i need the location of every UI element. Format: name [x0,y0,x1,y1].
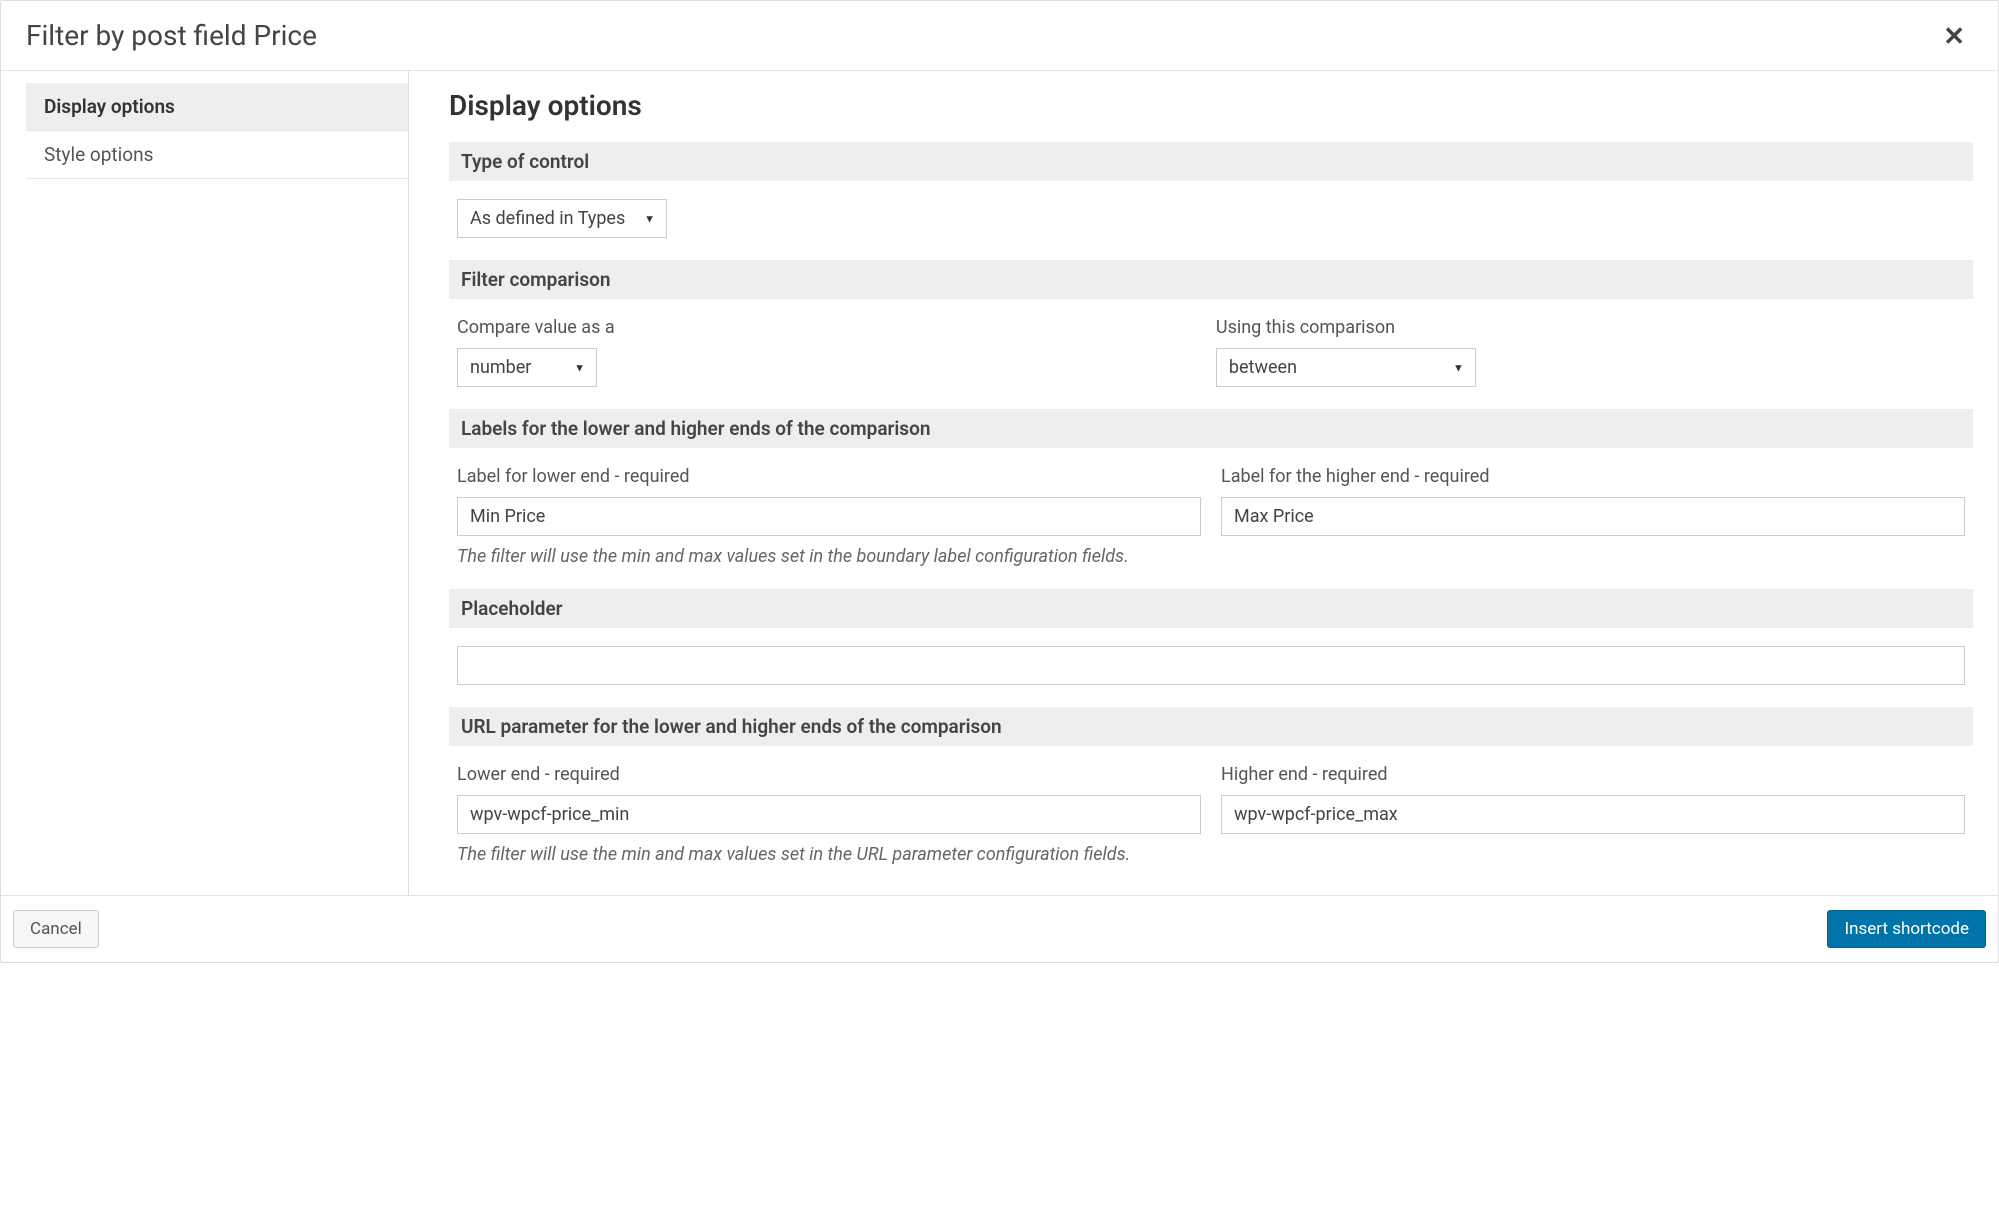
section-body-labels: Label for lower end - required Label for… [449,466,1973,589]
placeholder-input[interactable] [457,646,1965,685]
lower-label-col: Label for lower end - required [457,466,1201,536]
higher-url-label: Higher end - required [1221,764,1965,785]
higher-label-input[interactable] [1221,497,1965,536]
lower-label-input[interactable] [457,497,1201,536]
compare-as-select[interactable]: number [457,348,597,387]
using-comparison-select[interactable]: between [1216,348,1476,387]
using-comparison-select-wrap: between [1216,348,1476,387]
spacer [0,963,1999,1223]
dialog-footer: Cancel Insert shortcode [1,895,1998,962]
filter-dialog: Filter by post field Price ✕ Display opt… [0,0,1999,963]
content-heading: Display options [449,89,1973,122]
section-heading-filter-comparison: Filter comparison [449,260,1973,299]
type-of-control-select[interactable]: As defined in Types [457,199,667,238]
sidebar-item-label: Display options [44,95,175,118]
sidebar-item-display-options[interactable]: Display options [26,83,408,131]
compare-as-col: Compare value as a number [457,317,1196,387]
lower-label-label: Label for lower end - required [457,466,1201,487]
labels-help-text: The filter will use the min and max valu… [457,546,1965,567]
compare-as-select-wrap: number [457,348,597,387]
close-icon: ✕ [1943,21,1965,51]
section-heading-labels: Labels for the lower and higher ends of … [449,409,1973,448]
using-comparison-label: Using this comparison [1216,317,1965,338]
section-body-url-param: Lower end - required Higher end - requir… [449,764,1973,875]
sidebar: Display options Style options [1,71,409,895]
section-body-placeholder [449,646,1973,707]
dialog-body: Display options Style options Display op… [1,71,1998,895]
using-comparison-col: Using this comparison between [1216,317,1965,387]
section-heading-url-param: URL parameter for the lower and higher e… [449,707,1973,746]
higher-url-col: Higher end - required [1221,764,1965,834]
lower-url-col: Lower end - required [457,764,1201,834]
higher-url-input[interactable] [1221,795,1965,834]
higher-label-label: Label for the higher end - required [1221,466,1965,487]
url-param-help-text: The filter will use the min and max valu… [457,844,1965,865]
lower-url-input[interactable] [457,795,1201,834]
type-of-control-select-wrap: As defined in Types [457,199,667,238]
section-heading-type-of-control: Type of control [449,142,1973,181]
higher-label-col: Label for the higher end - required [1221,466,1965,536]
compare-as-label: Compare value as a [457,317,1196,338]
content-panel: Display options Type of control As defin… [409,71,1998,895]
close-button[interactable]: ✕ [1935,23,1973,49]
sidebar-item-style-options[interactable]: Style options [26,131,408,179]
insert-shortcode-button[interactable]: Insert shortcode [1827,910,1986,948]
section-heading-placeholder: Placeholder [449,589,1973,628]
section-body-filter-comparison: Compare value as a number Using this com… [449,317,1973,409]
lower-url-label: Lower end - required [457,764,1201,785]
section-body-type-of-control: As defined in Types [449,199,1973,260]
dialog-header: Filter by post field Price ✕ [1,1,1998,71]
cancel-button[interactable]: Cancel [13,910,99,948]
sidebar-item-label: Style options [44,143,153,166]
dialog-title: Filter by post field Price [26,19,317,52]
